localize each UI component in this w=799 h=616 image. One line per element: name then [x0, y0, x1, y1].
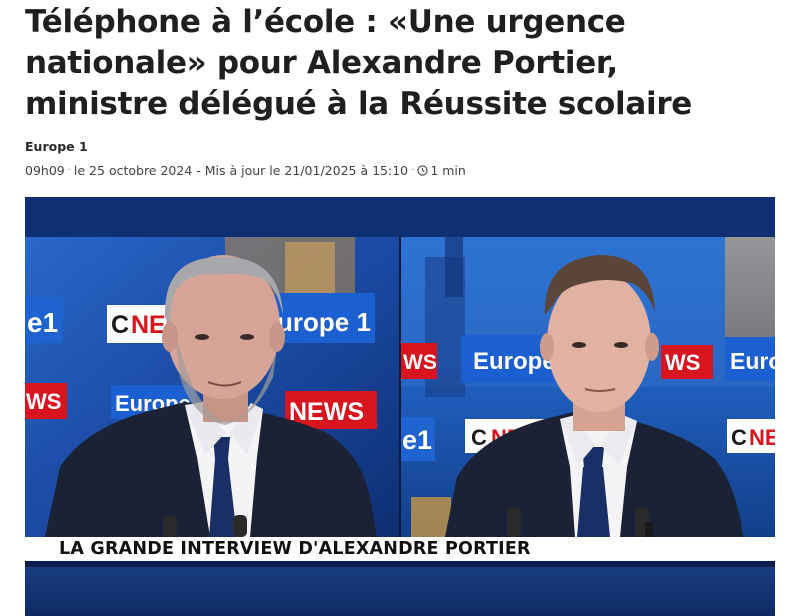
article-meta: 09h09 · le 25 octobre 2024 - Mis à jour … — [25, 163, 466, 178]
reading-time: 1 min — [430, 163, 466, 178]
logo-ws-right-2: WS — [665, 350, 700, 375]
meta-separator: · — [411, 165, 415, 176]
publish-time: 09h09 — [25, 163, 65, 178]
clock-icon — [417, 165, 428, 176]
logo-ws-right: WS — [403, 351, 437, 374]
logo-cnews-n-far: NE — [749, 425, 775, 450]
logo-cnews-c-right: C — [471, 425, 487, 450]
update-info: - Mis à jour le 21/01/2025 à 15:10 — [196, 163, 409, 178]
publish-date: le 25 octobre 2024 — [73, 163, 193, 178]
logo-cnews-c-far: C — [731, 425, 747, 450]
video-lower-third: LA GRANDE INTERVIEW D'ALEXANDRE PORTIER — [25, 537, 775, 561]
logo-cnews-c: C — [111, 311, 129, 339]
logo-e1-right: e1 — [402, 425, 432, 455]
lower-third-text: LA GRANDE INTERVIEW D'ALEXANDRE PORTIER — [59, 539, 531, 559]
logo-cnews-ne: NE — [131, 311, 166, 339]
logo-europe1-left: urope 1 — [277, 307, 371, 337]
article-video[interactable]: e1 C NE urope 1 WS Europe NEWS WS Europe… — [25, 197, 775, 616]
article-source[interactable]: Europe 1 — [25, 139, 88, 154]
logo-news-left: NEWS — [289, 398, 364, 426]
logo-europe-far-right: Europe — [730, 348, 775, 374]
logo-ws-left: WS — [26, 389, 61, 414]
logo-e1-left: e1 — [27, 307, 58, 338]
article-title: Téléphone à l’école : «Une urgence natio… — [25, 4, 693, 122]
meta-separator: · — [67, 165, 71, 176]
